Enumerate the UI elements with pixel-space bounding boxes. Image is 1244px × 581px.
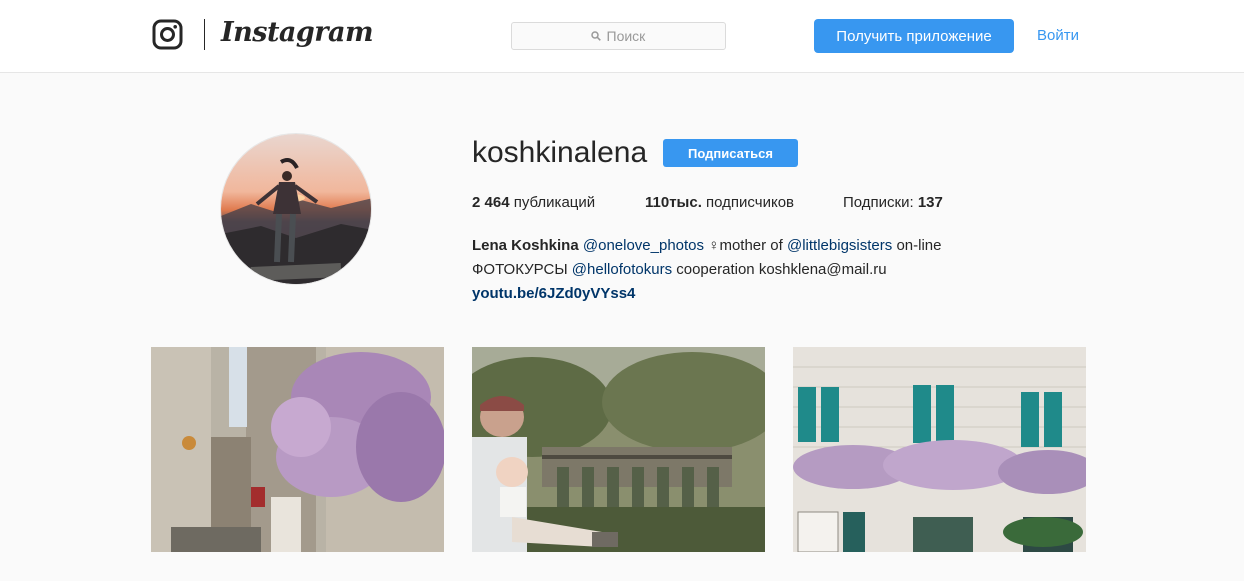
search-icon — [590, 31, 601, 41]
bio-mention-hellofotokurs[interactable]: @hellofotokurs — [572, 261, 672, 278]
bio-full-name: Lena Koshkina — [472, 237, 579, 254]
bio-line-3: youtu.be/6JZd0yVYss4 — [472, 282, 1092, 306]
followers-label: подписчиков — [706, 194, 795, 211]
search-box[interactable] — [511, 22, 726, 50]
posts-count: 2 464 — [472, 194, 510, 211]
post-thumbnail-2[interactable] — [472, 347, 765, 552]
follow-button[interactable]: Подписаться — [663, 139, 798, 167]
bio-line-1: Lena Koshkina @onelove_photos ♀mother of… — [472, 234, 1092, 258]
login-link[interactable]: Войти — [1037, 27, 1079, 44]
bio-glyph: ♀ — [708, 237, 720, 254]
following-label: Подписки: — [843, 194, 914, 211]
following-count: 137 — [917, 194, 943, 211]
bio-text: ФОТОКУРСЫ — [472, 261, 568, 278]
bio-text: cooperation — [676, 261, 755, 278]
get-app-button[interactable]: Получить приложение — [814, 19, 1014, 53]
stat-following[interactable]: Подписки: 137 — [843, 194, 943, 211]
bio-email: koshklena@mail.ru — [758, 261, 887, 278]
bio-text: on-line — [896, 237, 942, 254]
search-input[interactable] — [606, 28, 647, 44]
post-image-alley — [151, 347, 444, 552]
instagram-camera-icon[interactable] — [152, 19, 183, 50]
profile-bio: Lena Koshkina @onelove_photos ♀mother of… — [472, 234, 1092, 306]
post-thumbnail-3[interactable] — [793, 347, 1086, 552]
bio-mention-onelove[interactable]: @onelove_photos — [583, 237, 704, 254]
bio-line-2: ФОТОКУРСЫ @hellofotokurs cooperation kos… — [472, 258, 1092, 282]
bio-text: mother of — [719, 237, 783, 254]
post-image-viaduct — [472, 347, 765, 552]
posts-label: публикаций — [513, 194, 596, 211]
profile-username: koshkinalena — [472, 136, 648, 169]
stat-followers[interactable]: 110тыс. подписчиков — [645, 194, 794, 211]
bio-mention-littlebigsisters[interactable]: @littlebigsisters — [787, 237, 892, 254]
bio-website-link[interactable]: youtu.be/6JZd0yVYss4 — [472, 285, 635, 302]
stat-posts: 2 464 публикаций — [472, 194, 595, 211]
followers-count: 110тыс. — [645, 194, 702, 211]
top-navigation-bar: Instagram Получить приложение Войти — [0, 0, 1244, 73]
instagram-wordmark-logo[interactable]: Instagram — [221, 17, 374, 48]
avatar-image — [221, 134, 371, 284]
logo-divider — [204, 19, 205, 50]
post-thumbnail-1[interactable] — [151, 347, 444, 552]
post-image-facade — [793, 347, 1086, 552]
profile-avatar[interactable] — [220, 133, 372, 285]
